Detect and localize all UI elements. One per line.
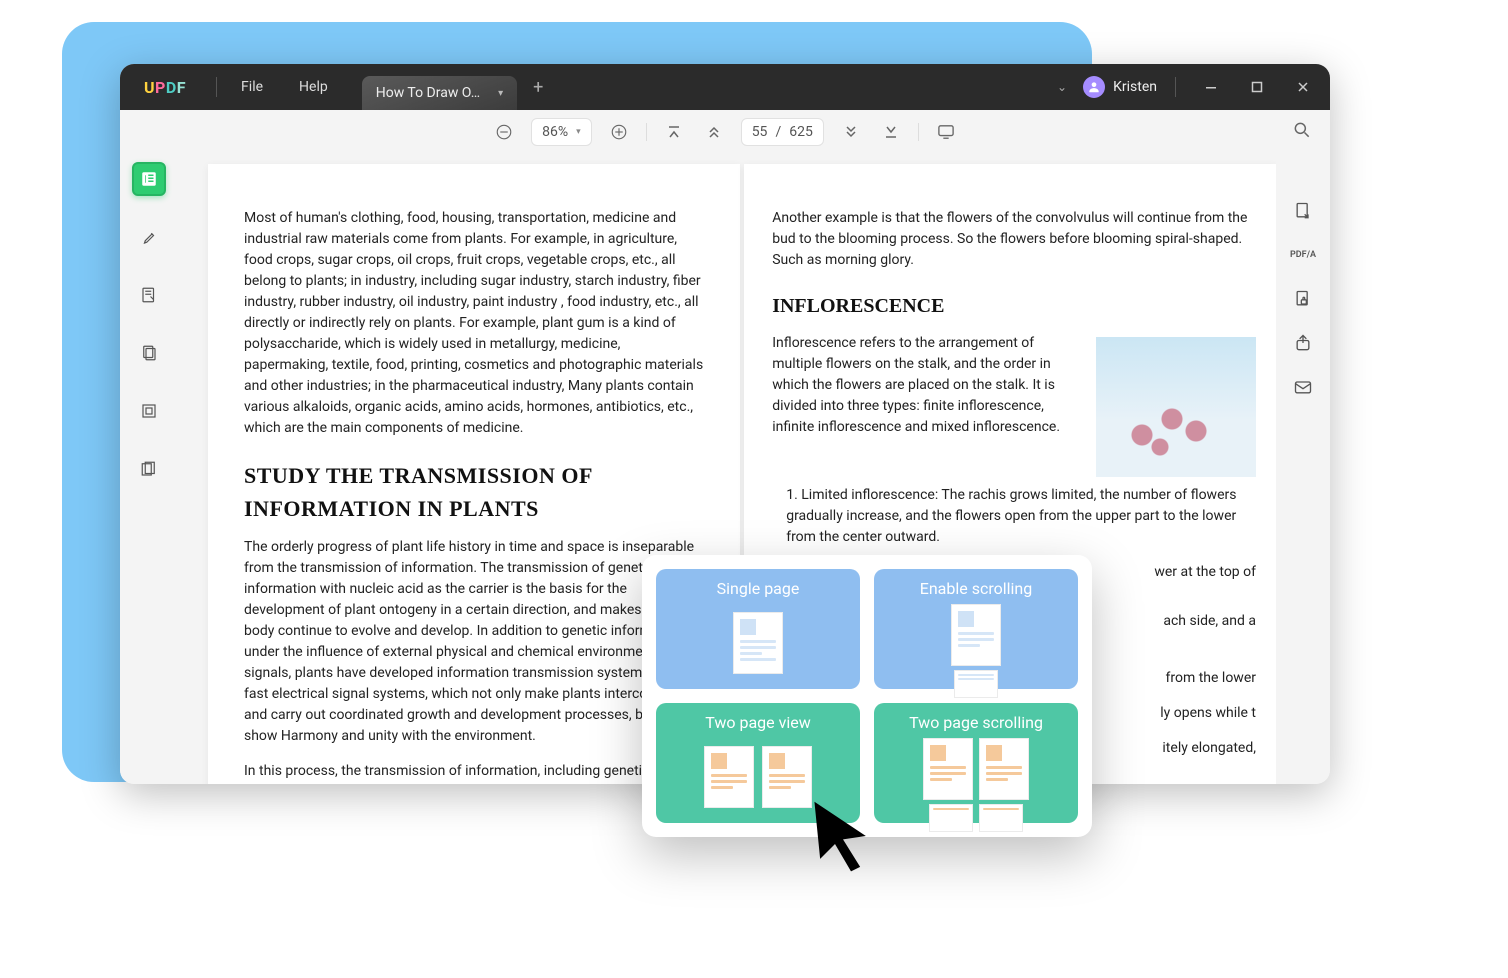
- edit-text-button[interactable]: [132, 278, 166, 312]
- organize-button[interactable]: [132, 336, 166, 370]
- option-label: Two page view: [705, 713, 811, 732]
- presentation-button[interactable]: [933, 119, 959, 145]
- zoom-level[interactable]: 86% ▾: [531, 118, 592, 146]
- inflorescence-image: [1096, 337, 1256, 477]
- pdfa-button[interactable]: PDF/A: [1292, 244, 1314, 266]
- tab-caret-icon[interactable]: ▾: [498, 88, 503, 99]
- titlebar-right: ⌄ Kristen: [1057, 64, 1320, 110]
- minimize-button[interactable]: [1194, 72, 1228, 102]
- cursor-icon: [808, 796, 878, 876]
- list-item: 1. Limited inflorescence: The rachis gro…: [772, 485, 1256, 548]
- paragraph: In this process, the transmission of inf…: [244, 761, 704, 784]
- separator: [216, 77, 217, 97]
- left-rail: [120, 154, 178, 784]
- page-total: 625: [789, 124, 813, 140]
- protect-button[interactable]: [1292, 288, 1314, 310]
- collapse-ribbon-icon[interactable]: ⌄: [1057, 80, 1067, 94]
- paragraph: Another example is that the flowers of t…: [772, 208, 1256, 271]
- option-label: Two page scrolling: [909, 713, 1043, 732]
- zoom-value: 86%: [542, 124, 568, 140]
- toolbar: 86% ▾ 55 / 625: [120, 110, 1330, 154]
- reader-mode-button[interactable]: [132, 162, 166, 196]
- share-button[interactable]: [1292, 332, 1314, 354]
- page-indicator[interactable]: 55 / 625: [741, 118, 824, 146]
- heading: STUDY THE TRANSMISSION OF INFORMATION IN…: [244, 459, 704, 525]
- user-name: Kristen: [1113, 79, 1157, 95]
- view-enable-scrolling[interactable]: Enable scrolling: [874, 569, 1078, 689]
- thumb-icon: [662, 604, 854, 681]
- page-current: 55: [752, 124, 768, 140]
- menu-file[interactable]: File: [223, 79, 281, 95]
- page-sep: /: [775, 124, 781, 140]
- zoom-in-button[interactable]: [606, 119, 632, 145]
- menu-help[interactable]: Help: [281, 79, 346, 95]
- heading: INFLORESCENCE: [772, 291, 1256, 321]
- thumb-icon: [880, 738, 1072, 832]
- last-page-button[interactable]: [878, 119, 904, 145]
- pages-panel-button[interactable]: [132, 452, 166, 486]
- search-button[interactable]: [1292, 120, 1312, 144]
- view-mode-popover: Single page Enable scrolling Two page vi…: [642, 555, 1092, 837]
- document-tab[interactable]: How To Draw O… ▾: [362, 76, 517, 110]
- separator: [1175, 77, 1176, 97]
- annotate-button[interactable]: [132, 220, 166, 254]
- close-button[interactable]: [1286, 72, 1320, 102]
- maximize-button[interactable]: [1240, 72, 1274, 102]
- view-two-page-scrolling[interactable]: Two page scrolling: [874, 703, 1078, 823]
- separator: [918, 123, 919, 141]
- prev-page-button[interactable]: [701, 119, 727, 145]
- email-button[interactable]: [1292, 376, 1314, 398]
- export-button[interactable]: [1292, 200, 1314, 222]
- thumb-icon: [880, 604, 1072, 698]
- zoom-caret-icon: ▾: [576, 127, 581, 137]
- view-single-page[interactable]: Single page: [656, 569, 860, 689]
- separator: [646, 123, 647, 141]
- titlebar: UPDF File Help How To Draw O… ▾ + ⌄ Kris…: [120, 64, 1330, 110]
- avatar-icon: [1083, 76, 1105, 98]
- user-account[interactable]: Kristen: [1083, 76, 1157, 98]
- crop-button[interactable]: [132, 394, 166, 428]
- next-page-button[interactable]: [838, 119, 864, 145]
- app-logo: UPDF: [144, 78, 186, 97]
- right-rail: PDF/A: [1276, 154, 1330, 784]
- zoom-out-button[interactable]: [491, 119, 517, 145]
- option-label: Single page: [717, 579, 800, 598]
- paragraph: Most of human's clothing, food, housing,…: [244, 208, 704, 439]
- first-page-button[interactable]: [661, 119, 687, 145]
- paragraph: The orderly progress of plant life histo…: [244, 537, 704, 747]
- tab-title: How To Draw O…: [376, 85, 480, 101]
- new-tab-button[interactable]: +: [533, 77, 543, 98]
- option-label: Enable scrolling: [920, 579, 1032, 598]
